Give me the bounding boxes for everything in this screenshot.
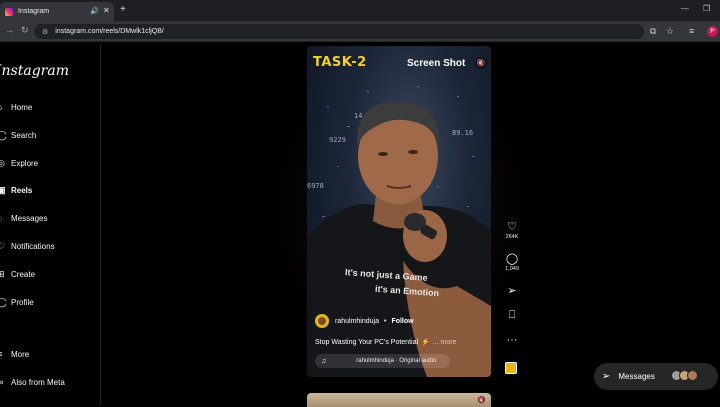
mute-icon[interactable]: 🔇 <box>477 396 486 404</box>
instagram-logo[interactable]: Instagram <box>0 63 69 79</box>
site-info-icon[interactable]: ⚙ <box>42 28 48 36</box>
reel-caption: Stop Wasting Your PC's Potential ⚡... mor… <box>315 338 456 346</box>
sidebar-item-label: Also from Meta <box>11 378 65 387</box>
reel-overlay-subtitle: Screen Shot <box>407 58 466 69</box>
search-icon: ◯ <box>0 130 6 140</box>
sidebar-item-more[interactable]: ≡ More <box>0 349 29 360</box>
instagram-favicon-icon <box>5 7 13 16</box>
heart-icon: ♡ <box>507 221 517 233</box>
profile-icon: ◯ <box>0 297 6 307</box>
forward-icon[interactable]: → <box>5 25 14 35</box>
new-tab-button[interactable]: + <box>120 4 126 15</box>
bookmark-star-icon[interactable]: ☆ <box>666 26 674 37</box>
avatar <box>687 370 698 381</box>
sidebar-item-create[interactable]: ⊞ Create <box>0 269 35 280</box>
sidebar-item-home[interactable]: ⌂ Home <box>0 102 32 113</box>
sidebar-item-label: Profile <box>11 298 34 307</box>
sidebar-item-reels[interactable]: ▣ Reels <box>0 185 32 196</box>
follow-button[interactable]: Follow <box>391 318 413 325</box>
more-options-button[interactable]: ··· <box>500 334 524 346</box>
sidebar-item-label: Explore <box>11 159 39 168</box>
comment-icon: ◯ <box>505 253 519 265</box>
comment-count: 1,049 <box>505 266 519 272</box>
reel-overlay-title: TASK-2 <box>313 55 367 70</box>
sidebar-item-messages[interactable]: ◌ Messages <box>0 213 47 224</box>
sidebar: Instagram ⌂ Home ◯ Search ◎ Explore ▣ Re… <box>0 43 101 405</box>
audio-thumbnail-avatar[interactable] <box>505 362 517 374</box>
browser-tab[interactable]: Instagram 🔊 ✕ <box>0 2 114 21</box>
heart-icon: ♡ <box>0 241 6 251</box>
audio-label: rahulmhinduja · Original audio <box>356 358 437 364</box>
messages-button[interactable]: ➢ Messages <box>594 363 718 390</box>
address-bar-row: → ↻ ⚙ instagram.com/reels/DMwlk1cljQB/ ⧉… <box>0 21 720 42</box>
reels-icon: ▣ <box>0 185 6 195</box>
caption-more-link[interactable]: ... more <box>433 339 457 346</box>
compass-icon: ◎ <box>0 158 5 168</box>
share-button[interactable]: ➢ <box>500 284 524 297</box>
sidebar-item-search[interactable]: ◯ Search <box>0 130 36 141</box>
separator-dot: • <box>383 317 387 325</box>
sidebar-item-label: Create <box>11 270 36 279</box>
sidebar-item-label: Messages <box>11 214 48 223</box>
meta-icon: ∞ <box>0 377 4 387</box>
menu-icon: ≡ <box>0 349 6 360</box>
sidebar-item-label: Search <box>11 131 37 140</box>
tab-title: Instagram <box>18 8 50 15</box>
sidebar-item-also-from-meta[interactable]: ∞ Also from Meta <box>0 377 65 388</box>
reel-author: rahulmhinduja • Follow <box>315 314 414 328</box>
home-icon: ⌂ <box>0 102 6 113</box>
lightning-icon: ⚡ <box>421 339 430 346</box>
url-text: instagram.com/reels/DMwlk1cljQB/ <box>55 28 164 35</box>
reload-icon[interactable]: ↻ <box>21 25 29 36</box>
sidebar-item-label: Notifications <box>11 242 55 251</box>
speaker-icon[interactable]: 🔊 <box>90 7 99 15</box>
audio-pill[interactable]: ♫ rahulmhinduja · Original audio <box>315 354 450 368</box>
like-count: 264K <box>505 234 519 240</box>
sidebar-item-label: Home <box>11 103 33 112</box>
save-button[interactable]: ⎕ <box>500 309 524 322</box>
close-tab-icon[interactable]: ✕ <box>103 6 110 15</box>
comment-button[interactable]: ◯ 1,049 <box>500 252 524 272</box>
send-icon: ➢ <box>602 371 611 382</box>
author-avatar[interactable] <box>315 314 329 328</box>
reel-video[interactable]: 14 89.16 9229 6978 It's not just a Game … <box>307 46 491 377</box>
sidebar-item-label: More <box>11 350 30 359</box>
tab-search-icon[interactable]: ≡ <box>689 26 694 36</box>
sidebar-item-explore[interactable]: ◎ Explore <box>0 158 38 169</box>
mute-icon[interactable]: 🔇 <box>475 57 487 69</box>
like-button[interactable]: ♡ 264K <box>500 220 524 240</box>
message-avatars <box>671 370 698 381</box>
messages-label: Messages <box>618 372 655 381</box>
browser-tab-strip: Instagram 🔊 ✕ + — ❐ <box>0 0 720 21</box>
music-note-icon: ♫ <box>321 357 327 365</box>
plus-square-icon: ⊞ <box>0 269 5 279</box>
bookmark-icon: ⎕ <box>508 309 516 321</box>
send-icon: ➢ <box>507 285 517 297</box>
sidebar-item-notifications[interactable]: ♡ Notifications <box>0 241 55 252</box>
author-username[interactable]: rahulmhinduja <box>335 318 379 325</box>
browser-profile-avatar[interactable]: P <box>707 26 718 37</box>
url-input[interactable]: ⚙ instagram.com/reels/DMwlk1cljQB/ <box>34 24 644 39</box>
sidebar-item-profile[interactable]: ◯ Profile <box>0 297 34 308</box>
sidebar-item-label: Reels <box>11 186 33 195</box>
minimize-icon[interactable]: — <box>681 4 689 13</box>
ellipsis-icon: ··· <box>506 334 518 346</box>
install-app-icon[interactable]: ⧉ <box>650 26 656 37</box>
caption-text: Stop Wasting Your PC's Potential <box>315 339 419 346</box>
messenger-icon: ◌ <box>0 213 6 224</box>
restore-icon[interactable]: ❐ <box>703 4 710 13</box>
